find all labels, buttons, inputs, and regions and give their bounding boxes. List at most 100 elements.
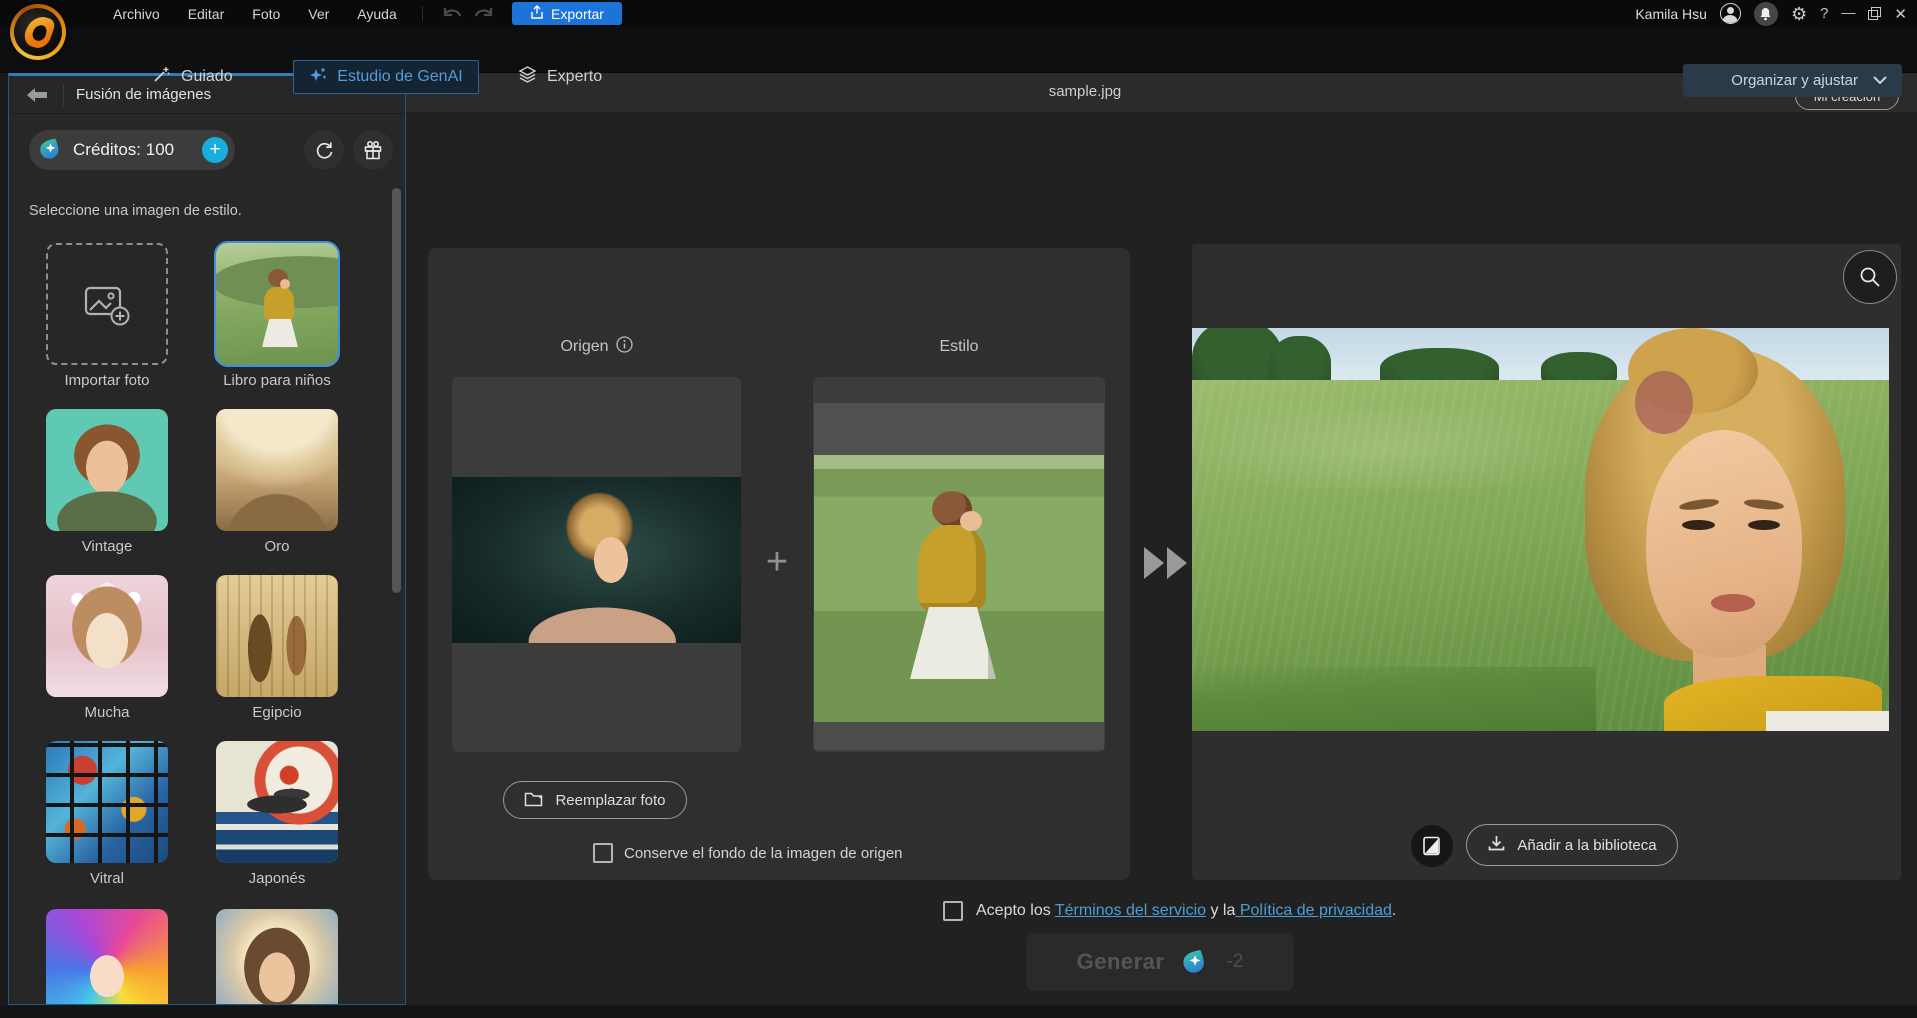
import-image-icon bbox=[81, 280, 133, 328]
user-name: Kamila Hsu bbox=[1635, 6, 1707, 22]
wand-icon bbox=[152, 65, 171, 89]
oro-thumb[interactable] bbox=[216, 409, 338, 531]
vintage-art bbox=[46, 409, 168, 531]
download-icon bbox=[1487, 834, 1506, 857]
terms-suffix: . bbox=[1392, 902, 1396, 919]
credit-cost-icon bbox=[1182, 947, 1208, 978]
window-bottom-edge bbox=[0, 1005, 1917, 1018]
replace-photo-button[interactable]: Reemplazar foto bbox=[503, 781, 687, 819]
menu-bar: Archivo Editar Foto Ver Ayuda bbox=[104, 0, 406, 27]
terms-text: Acepto los Términos del servicio y la Po… bbox=[976, 902, 1396, 920]
sidebar-scrollbar[interactable] bbox=[392, 188, 401, 593]
select-style-hint: Seleccione una imagen de estilo. bbox=[29, 203, 242, 219]
restore-button[interactable] bbox=[1868, 7, 1881, 20]
menu-ver[interactable]: Ver bbox=[299, 6, 338, 22]
help-icon[interactable]: ? bbox=[1820, 5, 1828, 22]
mucha-art bbox=[46, 575, 168, 697]
mode-toolbar: Guiado Estudio de GenAI Experto Organiza… bbox=[0, 27, 1917, 73]
notifications-bell-icon[interactable] bbox=[1754, 2, 1778, 26]
oro-art bbox=[216, 409, 338, 531]
privacy-policy-link[interactable]: Política de privacidad bbox=[1235, 902, 1392, 919]
folder-icon bbox=[524, 790, 546, 811]
title-bar: Archivo Editar Foto Ver Ayuda Exportar K… bbox=[0, 0, 1917, 27]
tab-guiado[interactable]: Guiado bbox=[152, 60, 233, 94]
style-egipcio[interactable]: Egipcio bbox=[216, 575, 338, 721]
user-avatar-icon[interactable] bbox=[1720, 3, 1741, 24]
minimize-button[interactable]: — bbox=[1841, 7, 1855, 21]
layers-icon bbox=[518, 65, 537, 89]
compare-before-after-button[interactable] bbox=[1411, 825, 1453, 867]
menu-foto[interactable]: Foto bbox=[243, 6, 289, 22]
close-button[interactable]: ✕ bbox=[1894, 5, 1907, 23]
photodirector-window: Archivo Editar Foto Ver Ayuda Exportar K… bbox=[0, 0, 1917, 1018]
tab-estudio-genai-label: Estudio de GenAI bbox=[337, 68, 462, 86]
child-skirt bbox=[910, 607, 996, 679]
import-photo-thumb[interactable] bbox=[46, 243, 168, 365]
woman-eye bbox=[1748, 520, 1781, 530]
keep-background-row: Conserve el fondo de la imagen de origen bbox=[593, 843, 903, 863]
style-libro-para-ninos[interactable]: Libro para niños bbox=[216, 243, 338, 389]
zoom-result-button[interactable] bbox=[1843, 250, 1897, 304]
diosa-thumb[interactable] bbox=[216, 909, 338, 1005]
gift-rewards-button[interactable] bbox=[353, 130, 393, 170]
menu-archivo[interactable]: Archivo bbox=[104, 6, 169, 22]
vintage-thumb[interactable] bbox=[46, 409, 168, 531]
back-button[interactable] bbox=[19, 83, 55, 107]
origin-photo bbox=[452, 477, 741, 643]
settings-gear-icon[interactable]: ⚙ bbox=[1791, 5, 1807, 23]
arrow-right-2 bbox=[1167, 547, 1187, 579]
credits-label: Créditos: 100 bbox=[73, 140, 174, 160]
vitral-thumb[interactable] bbox=[46, 741, 168, 863]
woman-face bbox=[1646, 430, 1802, 657]
tab-guiado-label: Guiado bbox=[181, 68, 233, 86]
keep-background-label: Conserve el fondo de la imagen de origen bbox=[624, 845, 903, 862]
style-label: Mucha bbox=[46, 704, 168, 721]
tab-experto[interactable]: Experto bbox=[518, 60, 602, 94]
export-label: Exportar bbox=[551, 6, 604, 22]
generate-button[interactable]: Generar -2 bbox=[1026, 933, 1294, 991]
anime-art bbox=[46, 909, 168, 1005]
sidebar-header-separator bbox=[63, 84, 64, 106]
style-diosa[interactable] bbox=[216, 909, 338, 1005]
style-mucha[interactable]: Mucha bbox=[46, 575, 168, 721]
redo-icon[interactable] bbox=[472, 3, 496, 24]
child-face bbox=[960, 511, 982, 531]
japones-art bbox=[216, 741, 338, 863]
terms-of-service-link[interactable]: Términos del servicio bbox=[1055, 902, 1206, 919]
mucha-thumb[interactable] bbox=[46, 575, 168, 697]
style-import-photo[interactable]: Importar foto bbox=[46, 243, 168, 389]
terms-checkbox[interactable] bbox=[943, 901, 963, 921]
organize-adjust-dropdown[interactable]: Organizar y ajustar bbox=[1683, 64, 1902, 97]
undo-icon[interactable] bbox=[440, 3, 464, 24]
terms-row: Acepto los Términos del servicio y la Po… bbox=[943, 901, 1396, 921]
menu-ayuda[interactable]: Ayuda bbox=[348, 6, 405, 22]
style-vitral[interactable]: Vitral bbox=[46, 741, 168, 887]
anime-thumb[interactable] bbox=[46, 909, 168, 1005]
refresh-credits-button[interactable] bbox=[304, 130, 344, 170]
replace-photo-label: Reemplazar foto bbox=[555, 792, 665, 809]
tab-estudio-genai[interactable]: Estudio de GenAI bbox=[293, 60, 479, 94]
style-anime[interactable] bbox=[46, 909, 168, 1005]
style-label: Oro bbox=[216, 538, 338, 555]
style-japones[interactable]: Japonés bbox=[216, 741, 338, 887]
style-photo bbox=[814, 403, 1104, 750]
libro-thumb[interactable] bbox=[216, 243, 338, 365]
info-icon[interactable] bbox=[616, 336, 633, 358]
style-oro[interactable]: Oro bbox=[216, 409, 338, 555]
style-vintage[interactable]: Vintage bbox=[46, 409, 168, 555]
egipcio-thumb[interactable] bbox=[216, 575, 338, 697]
terms-middle: y la bbox=[1206, 902, 1235, 919]
export-button[interactable]: Exportar bbox=[512, 2, 622, 25]
generate-cost: -2 bbox=[1226, 951, 1243, 973]
credit-drop-icon bbox=[39, 136, 62, 164]
menu-editar[interactable]: Editar bbox=[179, 6, 234, 22]
style-label: Vintage bbox=[46, 538, 168, 555]
add-credits-button[interactable]: + bbox=[202, 137, 228, 163]
add-to-library-button[interactable]: Añadir a la biblioteca bbox=[1466, 824, 1678, 866]
keep-background-checkbox[interactable] bbox=[593, 843, 613, 863]
child-sweater bbox=[918, 525, 986, 611]
apply-arrows-icon bbox=[1144, 547, 1187, 579]
result-foreground-grass bbox=[1192, 667, 1596, 731]
origin-label-row: Origen bbox=[452, 336, 741, 358]
japones-thumb[interactable] bbox=[216, 741, 338, 863]
